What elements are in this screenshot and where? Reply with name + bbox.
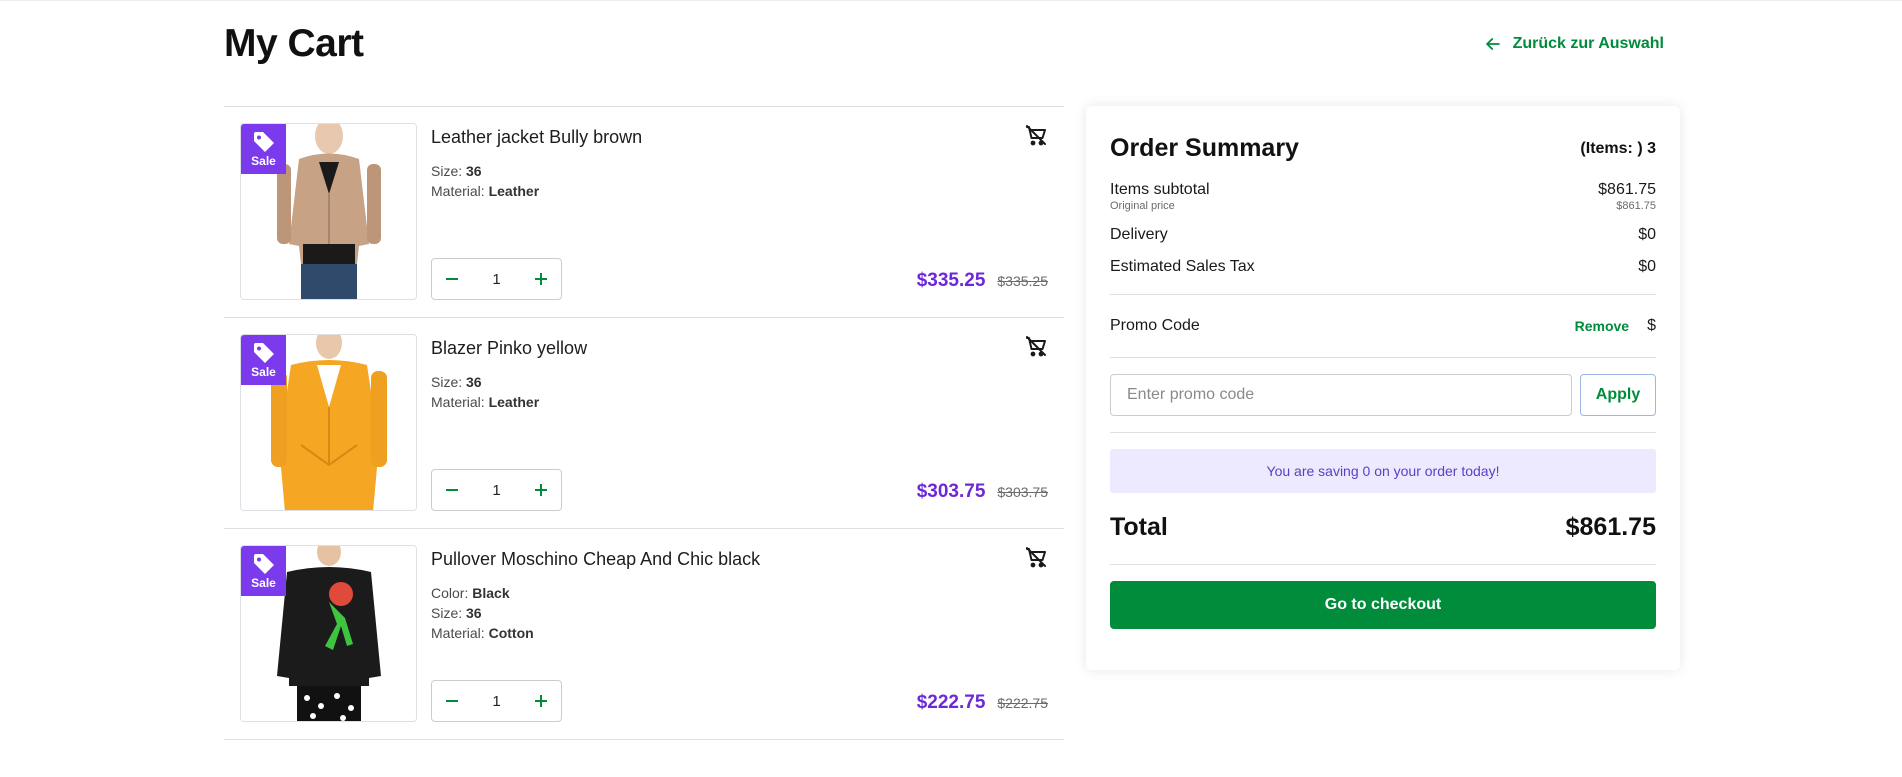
sale-price: $303.75	[916, 481, 986, 502]
order-summary-panel: Order Summary (Items: ) 3 Items subtotal…	[1086, 106, 1680, 670]
tag-icon	[253, 554, 274, 574]
attribute-size: Size: 36	[431, 605, 482, 621]
tax-row: Estimated Sales Tax $0	[1110, 258, 1656, 276]
checkout-button[interactable]: Go to checkout	[1110, 581, 1656, 629]
product-image[interactable]: Sale	[240, 334, 417, 511]
price-row: $303.75 $303.75	[917, 481, 1048, 503]
sale-price: $335.25	[916, 270, 986, 291]
divider	[1110, 564, 1656, 565]
quantity-value: 1	[492, 481, 501, 499]
subtotal-label: Items subtotal	[1110, 181, 1210, 198]
tax-value: $0	[1638, 258, 1656, 275]
sale-badge: Sale	[241, 335, 286, 385]
increase-quantity-button[interactable]	[529, 689, 553, 713]
original-price: $335.25	[997, 273, 1048, 289]
minus-icon	[446, 278, 458, 280]
original-price-label: Original price	[1110, 200, 1175, 212]
promo-code-label: Promo Code	[1110, 317, 1200, 334]
original-price: $222.75	[997, 695, 1048, 711]
decrease-quantity-button[interactable]	[440, 689, 464, 713]
subtotal-value: $861.75	[1598, 181, 1656, 198]
minus-icon	[446, 489, 458, 491]
divider	[1110, 357, 1656, 358]
cart-item: Sale Leather jacket Bully brown Size: 36…	[224, 107, 1064, 318]
decrease-quantity-button[interactable]	[440, 267, 464, 291]
cart-item-list: Sale Leather jacket Bully brown Size: 36…	[224, 106, 1064, 740]
sale-badge: Sale	[241, 124, 286, 174]
arrow-left-icon	[1485, 38, 1500, 50]
cart-item: Sale Blazer Pinko yellow Size: 36 Materi…	[224, 318, 1064, 529]
back-link-label: Zurück zur Auswahl	[1512, 35, 1664, 52]
page-title: My Cart	[224, 22, 364, 65]
delivery-row: Delivery $0	[1110, 226, 1656, 244]
sale-badge-label: Sale	[251, 154, 276, 168]
promo-code-row: Promo Code Remove $	[1110, 317, 1656, 335]
product-name[interactable]: Leather jacket Bully brown	[431, 127, 642, 148]
plus-icon	[535, 484, 547, 496]
price-row: $222.75 $222.75	[917, 692, 1048, 714]
plus-icon	[535, 695, 547, 707]
price-row: $335.25 $335.25	[917, 270, 1048, 292]
delivery-value: $0	[1638, 226, 1656, 243]
product-attributes: Size: 36 Material: Leather	[431, 161, 539, 201]
original-price-row: Original price $861.75	[1110, 200, 1656, 212]
summary-header: Order Summary (Items: ) 3	[1110, 134, 1656, 163]
divider	[1110, 432, 1656, 433]
promo-actions: Remove $	[1575, 317, 1656, 335]
remove-from-cart-icon[interactable]	[1024, 334, 1048, 358]
items-count: (Items: ) 3	[1580, 139, 1656, 157]
product-image[interactable]: Sale	[240, 123, 417, 300]
cart-item: Sale Pullover Moschino Cheap And Chic bl…	[224, 529, 1064, 740]
remove-promo-link[interactable]: Remove	[1575, 318, 1629, 334]
total-row: Total $861.75	[1110, 513, 1656, 542]
tax-label: Estimated Sales Tax	[1110, 258, 1255, 275]
decrease-quantity-button[interactable]	[440, 478, 464, 502]
product-image[interactable]: Sale	[240, 545, 417, 722]
remove-from-cart-icon[interactable]	[1024, 545, 1048, 569]
remove-from-cart-icon[interactable]	[1024, 123, 1048, 147]
attribute-color: Color: Black	[431, 585, 510, 601]
sale-badge-label: Sale	[251, 576, 276, 590]
divider	[1110, 294, 1656, 295]
increase-quantity-button[interactable]	[529, 267, 553, 291]
quantity-value: 1	[492, 270, 501, 288]
promo-input-row: Apply	[1110, 374, 1656, 416]
total-value: $861.75	[1565, 513, 1656, 541]
total-label: Total	[1110, 513, 1168, 541]
quantity-value: 1	[492, 692, 501, 710]
promo-value: $	[1647, 317, 1656, 334]
sale-badge-label: Sale	[251, 365, 276, 379]
back-to-selection-link[interactable]: Zurück zur Auswahl	[1483, 34, 1664, 54]
sale-price: $222.75	[916, 692, 986, 713]
summary-title: Order Summary	[1110, 134, 1299, 162]
attribute-size: Size: 36	[431, 163, 482, 179]
increase-quantity-button[interactable]	[529, 478, 553, 502]
subtotal-row: Items subtotal $861.75	[1110, 181, 1656, 199]
attribute-material: Material: Leather	[431, 394, 540, 410]
product-name[interactable]: Pullover Moschino Cheap And Chic black	[431, 549, 760, 570]
minus-icon	[446, 700, 458, 702]
savings-banner: You are saving 0 on your order today!	[1110, 449, 1656, 493]
tag-icon	[253, 343, 274, 363]
top-border	[0, 0, 1902, 1]
tag-icon	[253, 132, 274, 152]
plus-icon	[535, 273, 547, 285]
attribute-material: Material: Cotton	[431, 625, 534, 641]
product-name[interactable]: Blazer Pinko yellow	[431, 338, 587, 359]
apply-promo-button[interactable]: Apply	[1580, 374, 1656, 416]
attribute-material: Material: Leather	[431, 183, 540, 199]
product-attributes: Size: 36 Material: Leather	[431, 372, 539, 412]
original-price-value: $861.75	[1616, 200, 1656, 212]
quantity-stepper: 1	[431, 258, 562, 300]
product-attributes: Color: Black Size: 36 Material: Cotton	[431, 583, 534, 643]
sale-badge: Sale	[241, 546, 286, 596]
original-price: $303.75	[997, 484, 1048, 500]
quantity-stepper: 1	[431, 680, 562, 722]
quantity-stepper: 1	[431, 469, 562, 511]
attribute-size: Size: 36	[431, 374, 482, 390]
promo-code-input[interactable]	[1110, 374, 1572, 416]
delivery-label: Delivery	[1110, 226, 1168, 243]
